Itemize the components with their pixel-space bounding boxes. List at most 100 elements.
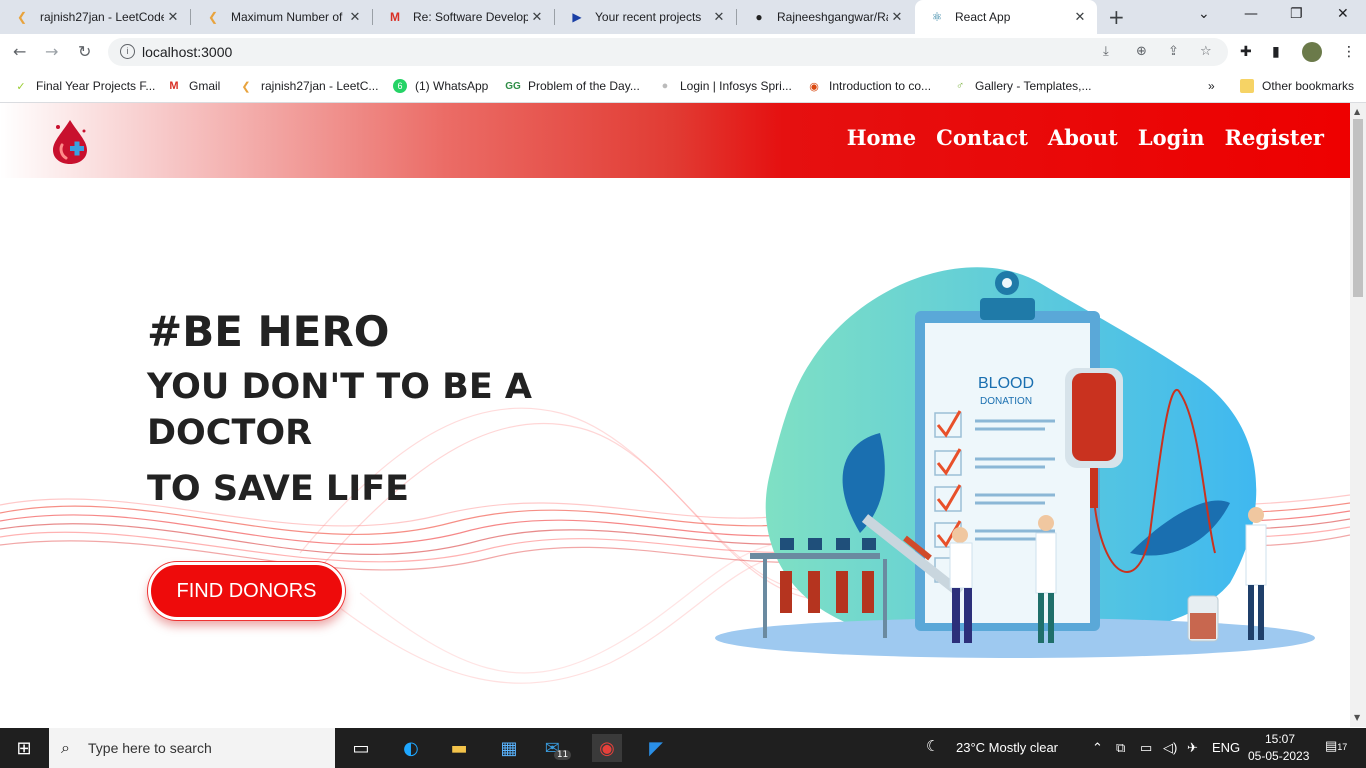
bookmark-label: Problem of the Day... <box>528 79 640 93</box>
extensions-icon[interactable]: ✚ <box>1240 44 1252 60</box>
language-indicator[interactable]: ENG <box>1212 740 1240 755</box>
hero-text: #BE HERO YOU DON'T TO BE A DOCTOR TO SAV… <box>147 307 537 512</box>
share-icon[interactable]: ⇪ <box>1168 44 1179 59</box>
nav-home-link[interactable]: Home <box>847 125 916 150</box>
search-icon: ⌕ <box>61 738 70 757</box>
bookmark-gallery[interactable]: ♂ Gallery - Templates,... <box>953 76 1092 96</box>
other-bookmarks[interactable]: Other bookmarks <box>1240 76 1354 96</box>
task-view-icon[interactable]: ▭ <box>346 734 376 762</box>
nav-contact-link[interactable]: Contact <box>936 125 1028 150</box>
bookmark-introduction[interactable]: ◉ Introduction to co... <box>807 76 931 96</box>
gmail-icon: M <box>390 10 400 24</box>
page-scrollbar[interactable]: ▲ ▼ <box>1350 103 1366 727</box>
back-icon[interactable]: ← <box>13 42 26 61</box>
vscode-icon[interactable]: ◤ <box>641 734 671 762</box>
store-icon[interactable]: ▦ <box>494 734 524 762</box>
chrome-icon[interactable]: ◉ <box>592 734 622 762</box>
site-info-icon[interactable]: i <box>120 44 135 59</box>
side-panel-icon[interactable]: ▮ <box>1272 44 1280 60</box>
bookmark-label: Gallery - Templates,... <box>975 79 1092 93</box>
nav-login-link[interactable]: Login <box>1138 125 1205 150</box>
minimize-icon[interactable]: — <box>1244 6 1258 22</box>
close-icon[interactable]: ✕ <box>710 9 728 25</box>
infosys-icon: ● <box>661 80 669 92</box>
bookmark-label: Final Year Projects F... <box>36 79 156 93</box>
hero-tagline: TO SAVE LIFE <box>147 469 410 509</box>
airplane-icon[interactable]: ✈ <box>1187 740 1198 756</box>
bookmarks-bar: ✓ Final Year Projects F... M Gmail ❮ raj… <box>0 70 1366 103</box>
battery-icon[interactable]: ▭ <box>1140 740 1152 756</box>
close-window-icon[interactable]: ✕ <box>1337 6 1349 22</box>
url-text[interactable]: localhost:3000 <box>142 44 232 60</box>
close-icon[interactable]: ✕ <box>888 9 906 25</box>
forward-icon[interactable]: → <box>45 42 58 61</box>
hero-subheading: YOU DON'T TO BE A DOCTOR <box>147 367 532 453</box>
clock-date[interactable]: 05-05-2023 <box>1248 749 1309 763</box>
scroll-up-icon[interactable]: ▲ <box>1354 107 1360 116</box>
tab-title: Re: Software Developer <box>413 10 528 24</box>
bookmark-leetcode[interactable]: ❮ rajnish27jan - LeetC... <box>239 76 378 96</box>
volume-icon[interactable]: ◁) <box>1163 740 1177 756</box>
nav-register-link[interactable]: Register <box>1225 125 1324 150</box>
edge-icon[interactable]: ◐ <box>396 734 426 762</box>
close-icon[interactable]: ✕ <box>528 9 546 25</box>
tab-leetcode[interactable]: ❮ rajnish27jan - LeetCode ✕ <box>0 0 190 34</box>
tab-react-app[interactable]: ⚛ React App ✕ <box>915 0 1097 34</box>
tab-github[interactable]: ● Rajneeshgangwar/Rap ✕ <box>737 0 914 34</box>
bookmark-gmail[interactable]: M Gmail <box>167 76 220 96</box>
notification-icon[interactable]: ▤17 <box>1325 738 1347 754</box>
weather-icon[interactable]: ☾ <box>926 737 939 755</box>
gfg-icon: GG <box>505 80 521 92</box>
bookmark-star-icon[interactable]: ☆ <box>1200 44 1212 59</box>
bookmark-label: rajnish27jan - LeetC... <box>261 79 379 93</box>
react-icon: ⚛ <box>931 10 943 24</box>
zoom-icon[interactable]: ⊕ <box>1136 44 1147 59</box>
scroll-down-icon[interactable]: ▼ <box>1354 713 1360 722</box>
weather-text[interactable]: 23°C Mostly clear <box>956 740 1058 755</box>
azure-devops-icon: ▶ <box>572 10 582 24</box>
clock-time[interactable]: 15:07 <box>1265 732 1295 746</box>
new-tab-icon[interactable]: + <box>1108 5 1125 29</box>
tab-title: Your recent projects <box>595 10 702 24</box>
tab-recent-projects[interactable]: ▶ Your recent projects ✕ <box>555 0 736 34</box>
tab-title: Maximum Number of <box>231 10 343 24</box>
tab-gmail[interactable]: M Re: Software Developer ✕ <box>373 0 554 34</box>
close-icon[interactable]: ✕ <box>1071 9 1089 25</box>
tray-chevron-icon[interactable]: ⌃ <box>1092 740 1103 756</box>
file-explorer-icon[interactable]: ▬ <box>444 734 474 762</box>
mail-icon[interactable]: ✉ 11 <box>543 734 573 762</box>
find-donors-button[interactable]: FIND DONORS <box>148 562 345 620</box>
nav-about-link[interactable]: About <box>1048 125 1118 150</box>
reload-icon[interactable]: ↻ <box>78 42 91 61</box>
blood-drop-logo-icon[interactable] <box>48 117 94 169</box>
bookmark-label: Other bookmarks <box>1262 79 1355 93</box>
windows-start-icon[interactable]: ⊞ <box>9 734 39 762</box>
bookmark-infosys[interactable]: ● Login | Infosys Spri... <box>658 76 792 96</box>
taskbar-search-text[interactable]: Type here to search <box>88 740 212 756</box>
app-navbar: Home Contact About Login Register <box>0 103 1350 178</box>
menu-icon[interactable]: ⋮ <box>1342 44 1356 60</box>
browser-toolbar: ← → ↻ i localhost:3000 ⤓ ⊕ ⇪ ☆ ✚ ▮ ⋮ <box>0 34 1366 70</box>
bookmark-final-year[interactable]: ✓ Final Year Projects F... <box>14 76 155 96</box>
windows-taskbar: ⊞ ⌕ Type here to search ▭ ◐ ▬ ▦ ✉ 11 ◉ ◤ … <box>0 728 1366 768</box>
bookmarks-overflow-icon[interactable]: » <box>1208 76 1215 96</box>
folder-icon <box>1240 79 1254 93</box>
tray-device-icon[interactable]: ⧉ <box>1116 740 1125 756</box>
scrollbar-thumb[interactable] <box>1353 119 1363 297</box>
taskbar-search[interactable]: ⌕ Type here to search <box>49 728 335 768</box>
bookmark-gfg[interactable]: GG Problem of the Day... <box>505 76 640 96</box>
close-icon[interactable]: ✕ <box>164 9 182 25</box>
bookmark-whatsapp[interactable]: 6 (1) WhatsApp <box>393 76 488 96</box>
bookmark-label: Gmail <box>189 79 221 93</box>
address-bar[interactable]: i localhost:3000 ⤓ ⊕ ⇪ ☆ <box>108 38 1228 66</box>
close-icon[interactable]: ✕ <box>346 9 364 25</box>
tab-maximum-number[interactable]: ❮ Maximum Number of ✕ <box>191 0 372 34</box>
illustration-subtitle: DONATION <box>980 396 1032 407</box>
restore-icon[interactable]: ❐ <box>1290 6 1303 22</box>
leetcode-icon: ❮ <box>16 10 28 24</box>
page-viewport: Home Contact About Login Register #BE HE… <box>0 103 1350 727</box>
install-icon[interactable]: ⤓ <box>1103 44 1109 59</box>
tab-search-icon[interactable]: ⌄ <box>1198 6 1210 22</box>
avatar[interactable] <box>1302 42 1322 62</box>
github-icon: ● <box>755 10 763 24</box>
